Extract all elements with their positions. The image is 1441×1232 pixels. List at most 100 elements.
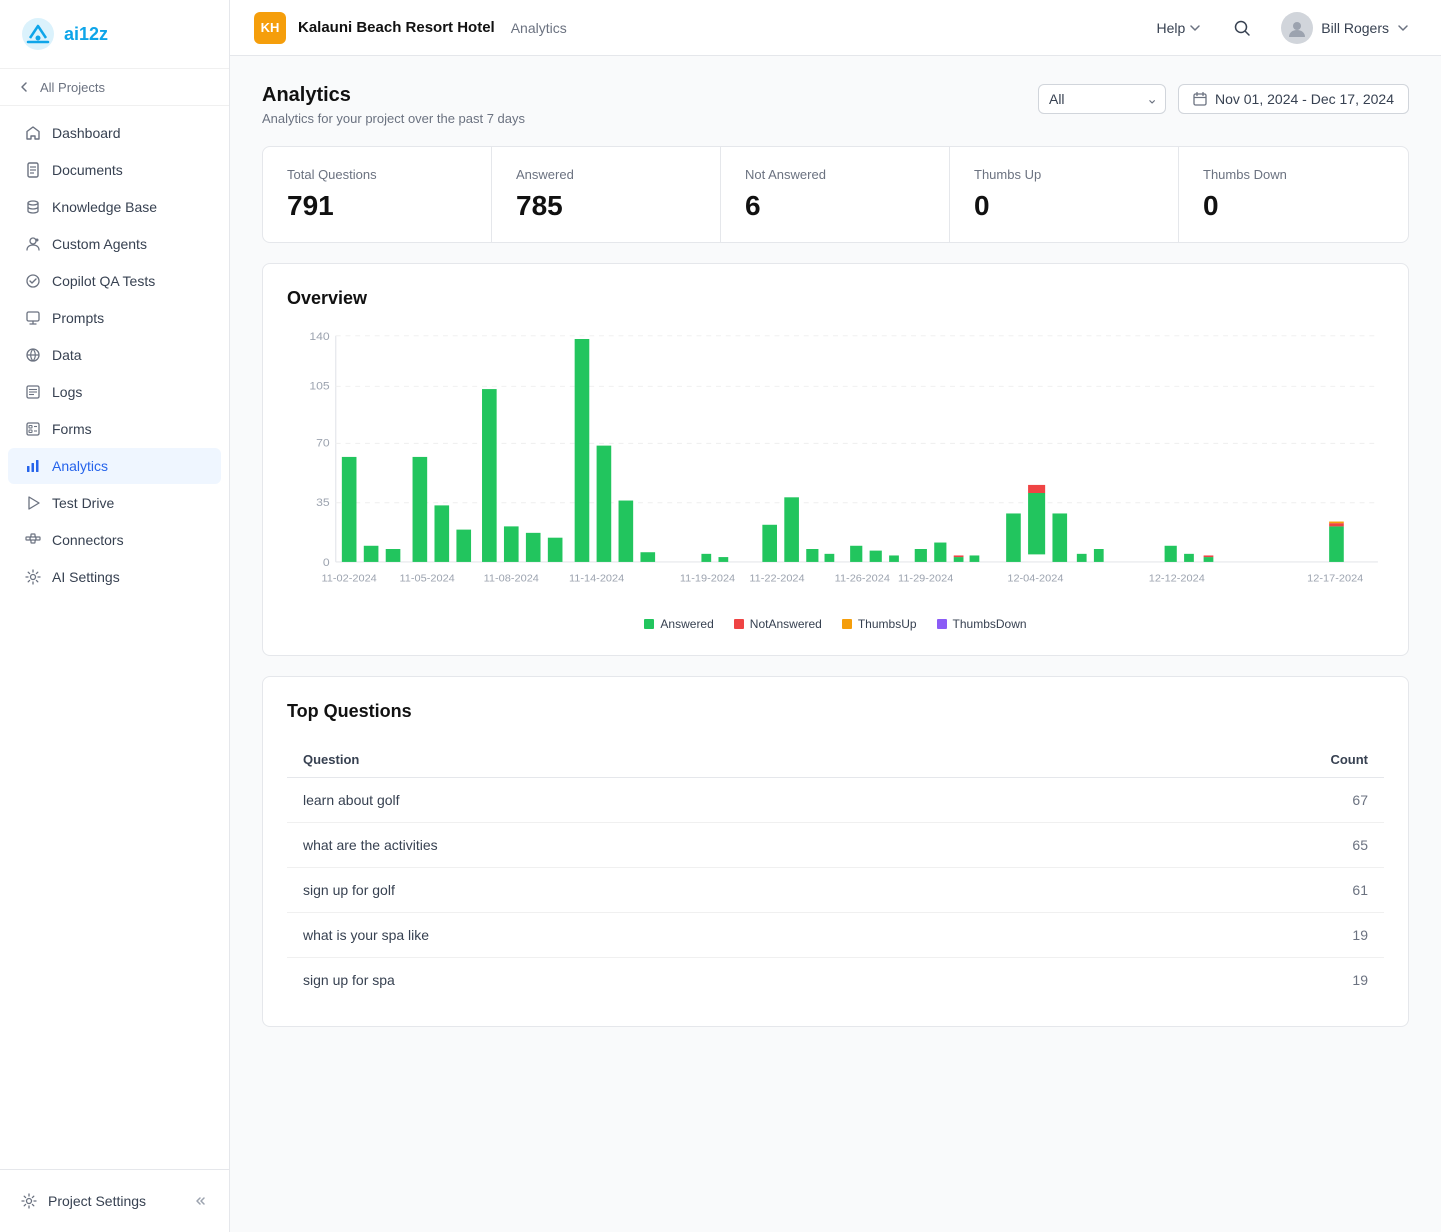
stat-label-answered: Answered	[516, 167, 696, 182]
stat-card-not-answered: Not Answered 6	[721, 147, 950, 242]
test-icon	[24, 272, 42, 290]
legend-label-answered: Answered	[660, 617, 713, 631]
project-badge: KH	[254, 12, 286, 44]
svg-text:35: 35	[316, 497, 330, 508]
svg-text:12-17-2024: 12-17-2024	[1307, 574, 1363, 584]
analytics-controls: All Answered Not Answered Nov 01, 2024 -…	[1038, 84, 1409, 114]
sidebar-item-copilot-qa[interactable]: Copilot QA Tests	[8, 263, 221, 299]
ai-settings-icon	[24, 568, 42, 586]
user-area[interactable]: Bill Rogers	[1273, 8, 1417, 48]
data-icon	[24, 346, 42, 364]
test-drive-icon	[24, 494, 42, 512]
header: KH Kalauni Beach Resort Hotel Analytics …	[230, 0, 1441, 56]
connectors-icon	[24, 531, 42, 549]
legend-label-not-answered: NotAnswered	[750, 617, 822, 631]
question-cell: sign up for golf	[287, 868, 1061, 913]
sidebar-item-analytics[interactable]: Analytics	[8, 448, 221, 484]
sidebar-item-logs[interactable]: Logs	[8, 374, 221, 410]
chevron-left-icon	[195, 1194, 209, 1208]
svg-text:12-12-2024: 12-12-2024	[1149, 574, 1205, 584]
svg-text:105: 105	[309, 381, 329, 392]
sidebar-item-connectors-label: Connectors	[52, 532, 124, 548]
chart-container: 0 35 70 105 140	[287, 325, 1384, 605]
sidebar-item-data[interactable]: Data	[8, 337, 221, 373]
sidebar-item-custom-agents-label: Custom Agents	[52, 236, 147, 252]
app-logo	[20, 16, 56, 52]
svg-text:11-08-2024: 11-08-2024	[484, 574, 540, 584]
sidebar-item-knowledge-base[interactable]: Knowledge Base	[8, 189, 221, 225]
sidebar-item-custom-agents[interactable]: Custom Agents	[8, 226, 221, 262]
chart-section: Overview 0 35 70 105 140	[262, 263, 1409, 656]
stat-label-not-answered: Not Answered	[745, 167, 925, 182]
stat-value-thumbs-down: 0	[1203, 190, 1384, 222]
sidebar-item-dashboard[interactable]: Dashboard	[8, 115, 221, 151]
sidebar-item-logs-label: Logs	[52, 384, 82, 400]
avatar-icon	[1287, 18, 1307, 38]
legend-not-answered: NotAnswered	[734, 617, 822, 631]
stat-label-thumbs-down: Thumbs Down	[1203, 167, 1384, 182]
legend-dot-answered	[644, 619, 654, 629]
sidebar-item-copilot-qa-label: Copilot QA Tests	[52, 273, 155, 289]
back-icon	[16, 79, 32, 95]
sidebar-item-ai-settings[interactable]: AI Settings	[8, 559, 221, 595]
main-area: KH Kalauni Beach Resort Hotel Analytics …	[230, 0, 1441, 1232]
svg-text:11-22-2024: 11-22-2024	[749, 574, 805, 584]
logo-text: ai12z	[64, 24, 108, 45]
help-button[interactable]: Help	[1147, 14, 1212, 42]
filter-select-wrapper: All Answered Not Answered	[1038, 84, 1166, 114]
table-row: sign up for spa19	[287, 958, 1384, 1003]
stat-card-thumbs-down: Thumbs Down 0	[1179, 147, 1408, 242]
search-button[interactable]	[1227, 13, 1257, 43]
project-settings-label: Project Settings	[48, 1193, 146, 1209]
logs-icon	[24, 383, 42, 401]
database-icon	[24, 198, 42, 216]
search-icon	[1233, 19, 1251, 37]
sidebar-item-data-label: Data	[52, 347, 82, 363]
sidebar-item-analytics-label: Analytics	[52, 458, 108, 474]
stats-grid: Total Questions 791 Answered 785 Not Ans…	[262, 146, 1409, 243]
legend-dot-thumbs-up	[842, 619, 852, 629]
count-cell: 19	[1061, 913, 1384, 958]
legend-label-thumbs-down: ThumbsDown	[953, 617, 1027, 631]
table-row: what are the activities65	[287, 823, 1384, 868]
chevron-down-icon	[1189, 22, 1201, 34]
sidebar-item-connectors[interactable]: Connectors	[8, 522, 221, 558]
back-label: All Projects	[40, 80, 105, 95]
table-row: what is your spa like19	[287, 913, 1384, 958]
stat-label-thumbs-up: Thumbs Up	[974, 167, 1154, 182]
calendar-icon	[1193, 92, 1207, 106]
all-projects-back[interactable]: All Projects	[0, 69, 229, 106]
content-area: Analytics Analytics for your project ove…	[230, 56, 1441, 1232]
svg-text:11-29-2024: 11-29-2024	[898, 574, 954, 584]
sidebar-item-forms-label: Forms	[52, 421, 92, 437]
project-settings-item[interactable]: Project Settings	[8, 1182, 221, 1220]
top-questions-title: Top Questions	[287, 701, 1384, 722]
table-row: learn about golf67	[287, 778, 1384, 823]
analytics-icon	[24, 457, 42, 475]
date-range-label: Nov 01, 2024 - Dec 17, 2024	[1215, 91, 1394, 107]
analytics-title: Analytics	[262, 84, 525, 107]
settings-icon	[20, 1192, 38, 1210]
sidebar-item-forms[interactable]: Forms	[8, 411, 221, 447]
project-name: Kalauni Beach Resort Hotel	[298, 19, 495, 36]
stat-value-answered: 785	[516, 190, 696, 222]
chart-title: Overview	[287, 288, 1384, 309]
filter-select[interactable]: All Answered Not Answered	[1038, 84, 1166, 114]
count-cell: 61	[1061, 868, 1384, 913]
date-range-button[interactable]: Nov 01, 2024 - Dec 17, 2024	[1178, 84, 1409, 114]
stat-card-total-questions: Total Questions 791	[263, 147, 492, 242]
sidebar-item-test-drive[interactable]: Test Drive	[8, 485, 221, 521]
user-name: Bill Rogers	[1321, 20, 1389, 36]
document-icon	[24, 161, 42, 179]
svg-text:11-14-2024: 11-14-2024	[569, 574, 625, 584]
analytics-subtitle: Analytics for your project over the past…	[262, 111, 525, 126]
sidebar: ai12z All Projects Dashboard Documents	[0, 0, 230, 1232]
sidebar-footer: Project Settings	[0, 1169, 229, 1232]
questions-table: Question Count learn about golf67what ar…	[287, 742, 1384, 1002]
sidebar-item-prompts[interactable]: Prompts	[8, 300, 221, 336]
count-cell: 19	[1061, 958, 1384, 1003]
forms-icon	[24, 420, 42, 438]
sidebar-item-documents[interactable]: Documents	[8, 152, 221, 188]
avatar	[1281, 12, 1313, 44]
user-chevron-icon	[1397, 22, 1409, 34]
